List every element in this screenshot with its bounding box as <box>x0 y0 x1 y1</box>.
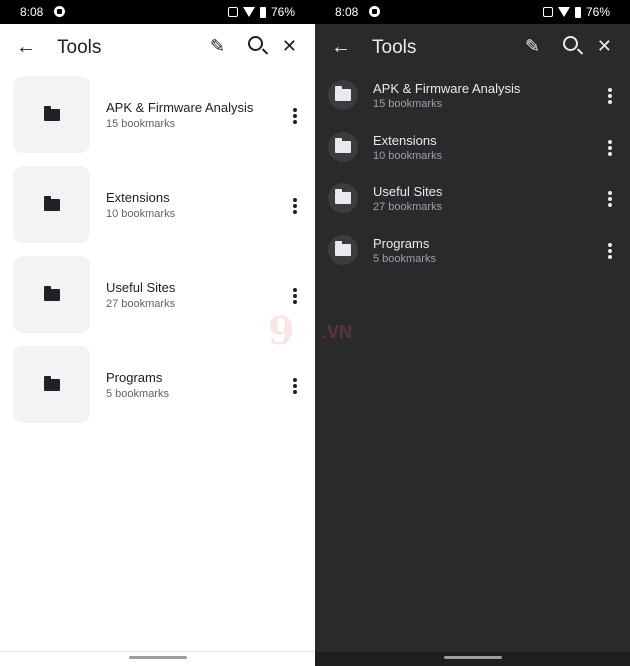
folder-icon <box>43 195 60 211</box>
more-options-icon[interactable] <box>293 198 297 216</box>
page-title: Tools <box>57 37 102 58</box>
folder-thumbnail <box>13 76 90 153</box>
gesture-nav-bar <box>0 651 315 666</box>
battery-icon <box>259 6 266 18</box>
folder-icon <box>43 375 60 391</box>
wifi-icon <box>557 7 570 17</box>
folder-icon <box>335 137 351 153</box>
more-options-icon[interactable] <box>608 191 612 209</box>
page-title: Tools <box>372 37 417 58</box>
bookmark-count: 10 bookmarks <box>373 149 443 162</box>
folder-list: APK & Firmware Analysis 15 bookmarks Ext… <box>315 76 630 282</box>
bookmark-count: 27 bookmarks <box>106 298 176 310</box>
dark-theme-screen: 8:08 76% ← Tools ✎ ✕ APK & Firmware Anal… <box>315 0 630 666</box>
light-theme-screen: 8:08 76% ← Tools ✎ ✕ APK & Firmware Anal… <box>0 0 315 666</box>
vibrate-icon <box>542 7 553 17</box>
back-arrow-icon[interactable]: ← <box>16 36 36 59</box>
battery-level: 76% <box>270 5 295 19</box>
status-time: 8:08 <box>20 5 44 19</box>
folder-thumbnail <box>328 80 358 110</box>
folder-thumbnail <box>13 346 90 423</box>
folder-name: APK & Firmware Analysis <box>106 100 254 115</box>
status-icons: 76% <box>227 5 295 19</box>
folder-icon <box>335 240 351 256</box>
back-arrow-icon[interactable]: ← <box>331 36 351 59</box>
google-icon <box>54 6 65 17</box>
folder-name: Extensions <box>373 132 437 148</box>
battery-level: 76% <box>585 5 610 19</box>
wifi-icon <box>242 7 255 17</box>
status-bar: 8:08 76% <box>315 0 630 24</box>
close-icon[interactable]: ✕ <box>282 36 297 57</box>
list-item[interactable]: Useful Sites 27 bookmarks <box>315 179 630 231</box>
folder-list: APK & Firmware Analysis 15 bookmarks Ext… <box>0 76 315 436</box>
home-gesture-handle[interactable] <box>443 656 502 659</box>
home-gesture-handle[interactable] <box>128 656 187 659</box>
app-bar: ← Tools ✎ ✕ <box>0 24 315 70</box>
search-icon[interactable] <box>563 36 578 57</box>
folder-name: Useful Sites <box>373 184 443 199</box>
bookmark-count: 15 bookmarks <box>373 98 443 110</box>
folder-thumbnail <box>328 234 358 265</box>
vibrate-icon <box>227 7 238 17</box>
folder-name: Programs <box>106 370 163 385</box>
gesture-nav-bar <box>315 652 630 666</box>
folder-icon <box>43 105 60 121</box>
folder-name: APK & Firmware Analysis <box>373 81 521 96</box>
more-options-icon[interactable] <box>293 288 297 306</box>
search-icon[interactable] <box>248 36 263 57</box>
status-icons: 76% <box>542 5 610 19</box>
folder-icon <box>335 189 351 204</box>
folder-thumbnail <box>328 131 358 162</box>
close-icon[interactable]: ✕ <box>597 36 612 57</box>
folder-name: Useful Sites <box>106 280 176 295</box>
battery-icon <box>574 6 581 18</box>
folder-thumbnail <box>328 183 358 213</box>
bookmark-count: 5 bookmarks <box>373 252 436 265</box>
app-bar: ← Tools ✎ ✕ <box>315 24 630 70</box>
list-item[interactable]: Extensions 10 bookmarks <box>315 128 630 180</box>
list-item[interactable]: APK & Firmware Analysis 15 bookmarks <box>315 76 630 128</box>
list-item[interactable]: Programs 5 bookmarks <box>0 346 315 436</box>
bookmark-count: 5 bookmarks <box>106 388 169 400</box>
list-item[interactable]: Extensions 10 bookmarks <box>0 166 315 256</box>
folder-thumbnail <box>13 166 90 243</box>
more-options-icon[interactable] <box>608 242 612 261</box>
folder-name: Programs <box>373 235 430 251</box>
bookmark-count: 27 bookmarks <box>373 201 443 213</box>
edit-pencil-icon[interactable]: ✎ <box>525 36 540 57</box>
more-options-icon[interactable] <box>293 378 297 396</box>
folder-name: Extensions <box>106 190 170 205</box>
folder-icon <box>43 285 60 301</box>
list-item[interactable]: Useful Sites 27 bookmarks <box>0 256 315 346</box>
bookmark-count: 15 bookmarks <box>106 118 176 130</box>
google-icon <box>369 6 380 17</box>
more-options-icon[interactable] <box>293 108 297 126</box>
more-options-icon[interactable] <box>608 88 612 106</box>
more-options-icon[interactable] <box>608 139 612 158</box>
folder-icon <box>335 86 351 101</box>
status-time: 8:08 <box>335 5 359 19</box>
status-bar: 8:08 76% <box>0 0 315 24</box>
list-item[interactable]: Programs 5 bookmarks <box>315 231 630 283</box>
folder-thumbnail <box>13 256 90 333</box>
list-item[interactable]: APK & Firmware Analysis 15 bookmarks <box>0 76 315 166</box>
bookmark-count: 10 bookmarks <box>106 208 176 220</box>
edit-pencil-icon[interactable]: ✎ <box>210 36 225 57</box>
